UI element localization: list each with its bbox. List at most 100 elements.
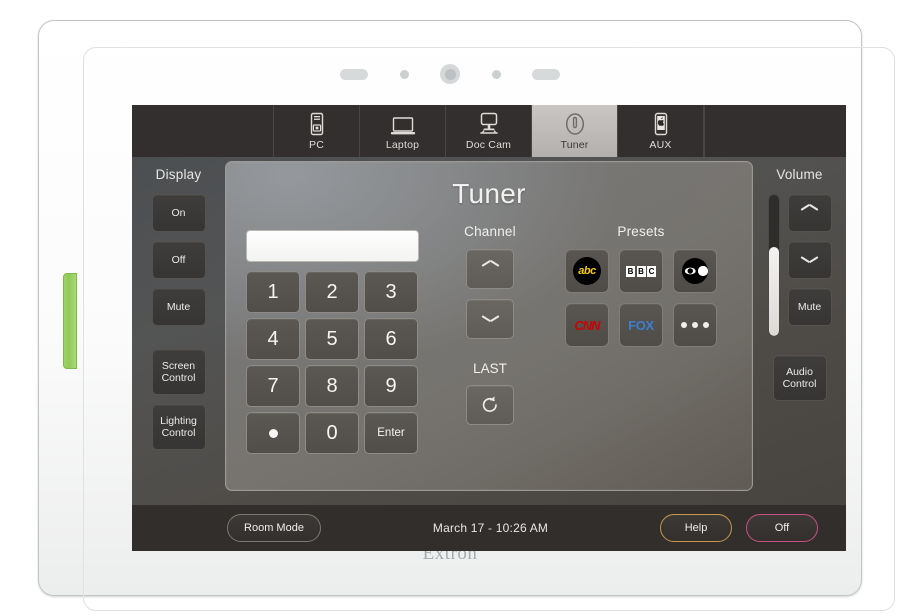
source-tab-label: PC	[309, 138, 324, 151]
source-tab-label: AUX	[649, 138, 672, 151]
keypad-grid: 1 2 3 4 5 6 7 8 9 0 Enter	[246, 271, 424, 454]
display-mute-button[interactable]: Mute	[151, 288, 206, 326]
device-sensor-row	[340, 64, 560, 84]
side-mount-tab-left	[63, 273, 77, 369]
preset-button-abc[interactable]: abc	[565, 249, 609, 293]
chevron-up-icon	[482, 265, 499, 274]
touch-panel-device: Extron PC Laptop Doc Cam Tuner AUX Displ…	[38, 20, 895, 611]
chevron-down-icon	[482, 315, 499, 324]
help-button[interactable]: Help	[660, 514, 732, 542]
screenshot-root: Extron PC Laptop Doc Cam Tuner AUX Displ…	[0, 0, 900, 616]
bbc-logo-icon: B B C	[626, 265, 656, 277]
keypad-key-0[interactable]: 0	[305, 412, 359, 454]
screen-control-button[interactable]: Screen Control	[151, 349, 206, 395]
lighting-control-label-line1: Lighting	[160, 414, 197, 427]
numeric-keypad: 1 2 3 4 5 6 7 8 9 0 Enter	[246, 230, 424, 454]
preset-button-cnn[interactable]: CNN	[565, 303, 609, 347]
bbc-letter: B	[626, 265, 635, 277]
keypad-key-enter[interactable]: Enter	[364, 412, 418, 454]
system-off-button[interactable]: Off	[746, 514, 818, 542]
tabbar-left-spacer	[132, 105, 274, 157]
volume-control-rail: Volume Mute Audio Control	[753, 157, 846, 551]
keypad-key-1[interactable]: 1	[246, 271, 300, 313]
last-section-title: LAST	[473, 361, 507, 376]
presets-section: Presets abc B B C CNN FOX	[548, 224, 734, 347]
refresh-counterclockwise-icon	[479, 394, 501, 416]
ellipsis-more-icon	[681, 322, 709, 328]
keypad-key-9[interactable]: 9	[364, 365, 418, 407]
preset-button-fox[interactable]: FOX	[619, 303, 663, 347]
lighting-control-label-line2: Control	[161, 427, 196, 439]
volume-mute-button[interactable]: Mute	[787, 288, 832, 326]
volume-slider-fill	[768, 247, 779, 336]
preset-button-more[interactable]	[673, 303, 717, 347]
clock-display: March 17 - 10:26 AM	[432, 521, 549, 535]
source-tab-laptop[interactable]: Laptop	[360, 105, 446, 157]
source-tab-label: Laptop	[385, 138, 420, 151]
keypad-key-8[interactable]: 8	[305, 365, 359, 407]
display-control-rail: Display On Off Mute Screen Control Light…	[132, 157, 225, 551]
volume-controls: Mute	[767, 194, 832, 337]
audio-control-label-line1: Audio	[786, 365, 813, 378]
screen-control-label-line2: Control	[161, 372, 196, 384]
volume-button-stack: Mute	[787, 194, 832, 335]
keypad-key-7[interactable]: 7	[246, 365, 300, 407]
keypad-key-2[interactable]: 2	[305, 271, 359, 313]
laptop-icon	[390, 112, 416, 136]
tuner-content-panel: Tuner 1 2 3 4 5 6 7 8 9 0 Enter Channel …	[225, 161, 753, 491]
screen-body: Display On Off Mute Screen Control Light…	[132, 157, 846, 551]
touch-screen: PC Laptop Doc Cam Tuner AUX Display On O…	[132, 105, 846, 551]
display-on-button[interactable]: On	[151, 194, 206, 232]
page-title: Tuner	[452, 178, 526, 209]
last-channel-button[interactable]	[466, 385, 514, 425]
keypad-key-5[interactable]: 5	[305, 318, 359, 360]
indicator-dot-icon	[399, 69, 409, 79]
keypad-key-3[interactable]: 3	[364, 271, 418, 313]
audio-control-button[interactable]: Audio Control	[772, 355, 827, 401]
source-tab-pc[interactable]: PC	[274, 105, 360, 157]
keypad-key-dot[interactable]	[246, 412, 300, 454]
chevron-down-icon	[801, 256, 818, 265]
source-tab-bar: PC Laptop Doc Cam Tuner AUX	[132, 105, 846, 157]
source-tab-aux[interactable]: AUX	[618, 105, 704, 157]
channel-down-button[interactable]	[466, 299, 514, 339]
source-tab-tuner[interactable]: Tuner	[532, 105, 618, 157]
bbc-letter: B	[636, 265, 646, 277]
keypad-key-6[interactable]: 6	[364, 318, 418, 360]
presets-section-title: Presets	[617, 224, 665, 239]
preset-button-bbc[interactable]: B B C	[619, 249, 663, 293]
preset-button-cbs[interactable]	[673, 249, 717, 293]
chevron-up-icon	[801, 209, 818, 218]
speaker-pill-icon	[532, 68, 560, 80]
tuner-dial-icon	[564, 112, 586, 136]
indicator-dot-icon	[491, 69, 501, 79]
lighting-control-button[interactable]: Lighting Control	[151, 404, 206, 450]
volume-up-button[interactable]	[787, 194, 832, 232]
channel-section: Channel LAST	[440, 224, 540, 435]
tabbar-right-spacer	[704, 105, 846, 157]
volume-slider[interactable]	[767, 194, 780, 337]
display-off-button[interactable]: Off	[151, 241, 206, 279]
source-tab-label: Tuner	[560, 138, 589, 151]
desktop-tower-icon	[309, 112, 325, 136]
abc-logo-icon: abc	[573, 257, 601, 285]
source-tab-label: Doc Cam	[465, 138, 512, 151]
cnn-logo-icon: CNN	[574, 317, 600, 333]
keypad-key-4[interactable]: 4	[246, 318, 300, 360]
screen-control-label-line1: Screen	[161, 359, 196, 372]
channel-up-button[interactable]	[466, 249, 514, 289]
dot-glyph-icon	[268, 428, 278, 438]
room-mode-button[interactable]: Room Mode	[227, 514, 321, 542]
speaker-pill-icon	[340, 68, 368, 80]
volume-down-button[interactable]	[787, 241, 832, 279]
mobile-device-icon	[653, 112, 669, 136]
channel-entry-display[interactable]	[246, 230, 419, 262]
display-rail-title: Display	[155, 167, 202, 182]
volume-rail-title: Volume	[776, 167, 823, 182]
audio-control-label-line2: Control	[782, 378, 817, 390]
presets-grid: abc B B C CNN FOX	[548, 249, 734, 347]
bbc-letter: C	[647, 265, 656, 277]
channel-section-title: Channel	[464, 224, 516, 239]
document-camera-icon	[477, 112, 501, 136]
source-tab-doc-cam[interactable]: Doc Cam	[446, 105, 532, 157]
